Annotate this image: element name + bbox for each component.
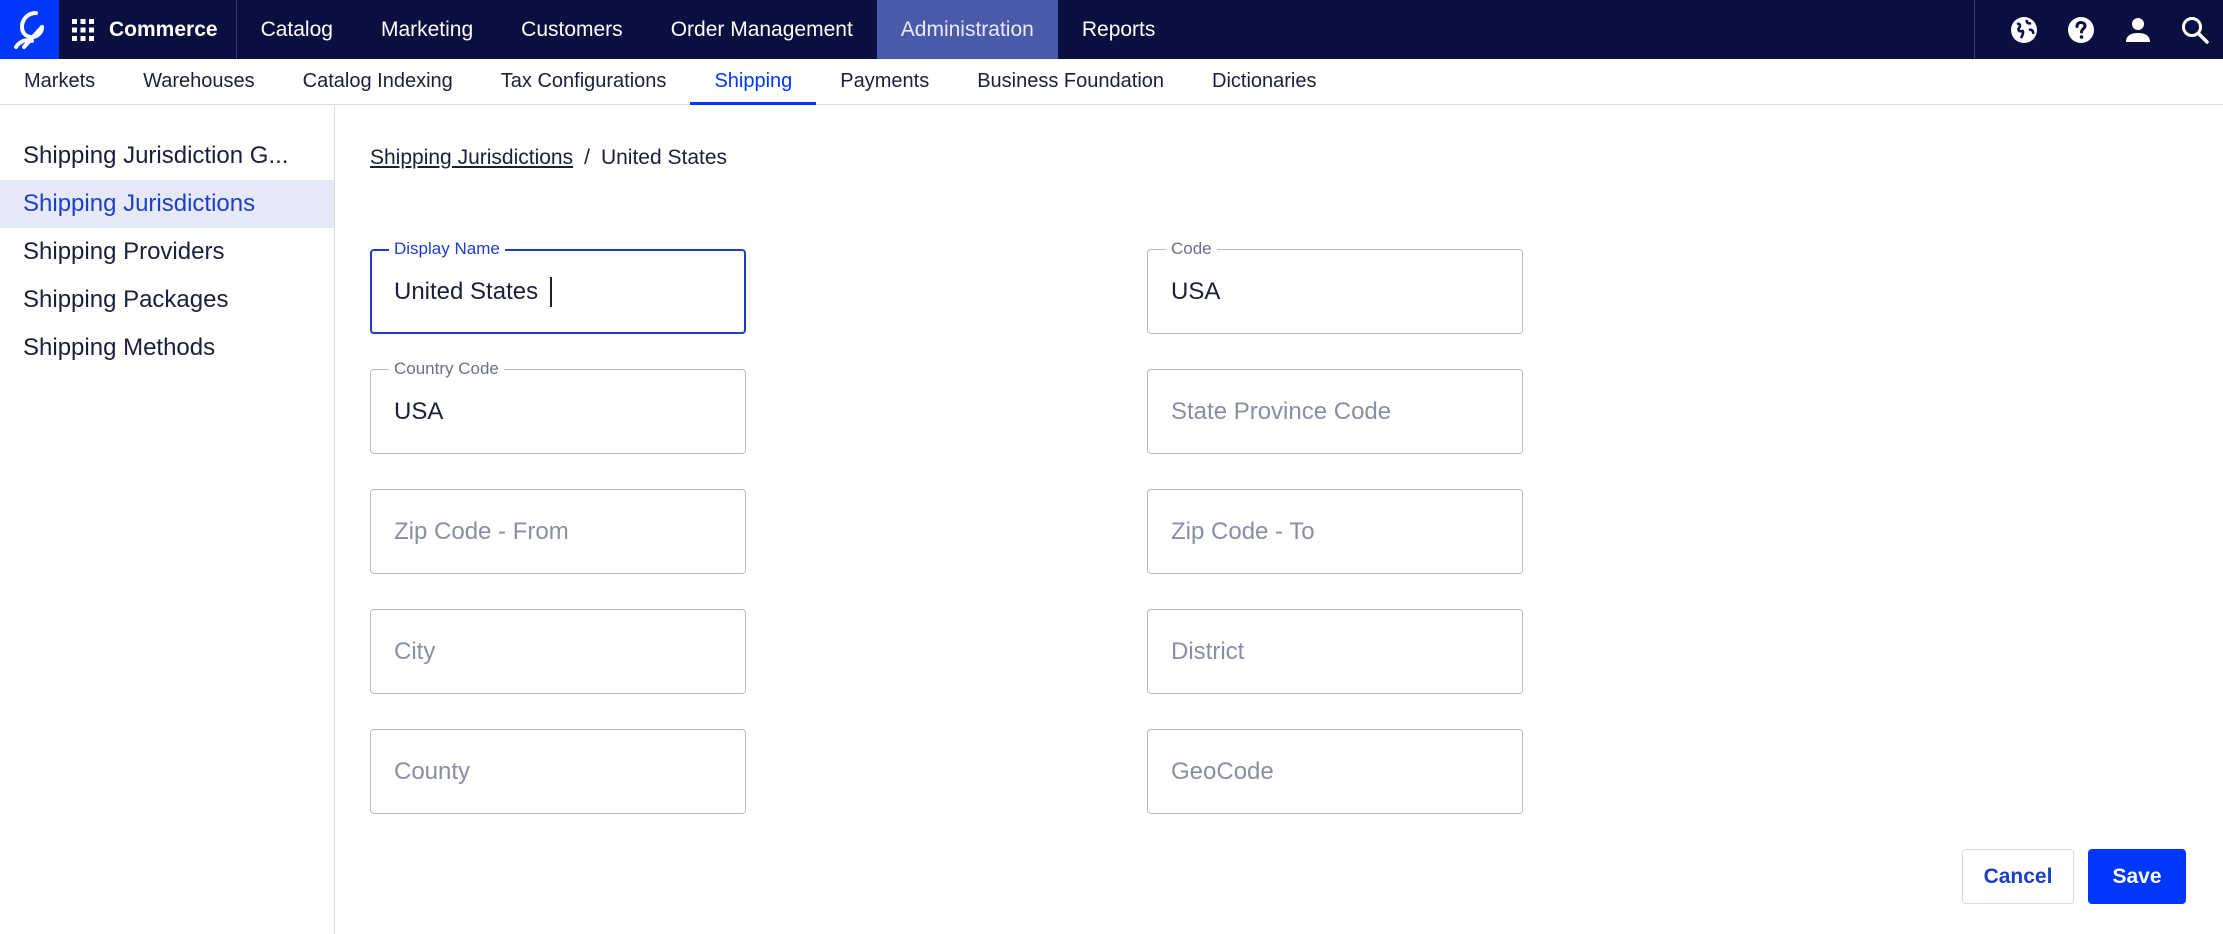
- display-name-field: Display Name: [370, 240, 746, 334]
- nav-customers[interactable]: Customers: [497, 0, 647, 59]
- city-field: [370, 609, 746, 694]
- breadcrumb-separator: /: [584, 146, 590, 169]
- cancel-button[interactable]: Cancel: [1962, 849, 2074, 904]
- user-button[interactable]: [2109, 0, 2166, 59]
- country-code-input[interactable]: [371, 370, 745, 453]
- nav-catalog[interactable]: Catalog: [237, 0, 357, 59]
- district-field: [1147, 609, 1523, 694]
- header-tools: [1974, 0, 2223, 59]
- code-field: Code: [1147, 240, 1523, 334]
- zip-from-field: [370, 489, 746, 574]
- nav-reports[interactable]: Reports: [1058, 0, 1180, 59]
- sidebar-item-methods[interactable]: Shipping Methods: [0, 324, 334, 372]
- user-icon: [2125, 17, 2150, 42]
- subnav-payments[interactable]: Payments: [816, 59, 953, 104]
- sidebar-item-packages[interactable]: Shipping Packages: [0, 276, 334, 324]
- nav-marketing[interactable]: Marketing: [357, 0, 497, 59]
- subnav-catalog-indexing[interactable]: Catalog Indexing: [279, 59, 477, 104]
- text-caret: [550, 277, 552, 307]
- display-name-input[interactable]: [372, 251, 744, 332]
- subnav-dictionaries[interactable]: Dictionaries: [1188, 59, 1340, 104]
- zip-to-input[interactable]: [1148, 490, 1522, 573]
- sidebar-item-jurisdictions[interactable]: Shipping Jurisdictions: [0, 180, 334, 228]
- zip-from-input[interactable]: [371, 490, 745, 573]
- save-button[interactable]: Save: [2088, 849, 2186, 904]
- search-icon: [2181, 16, 2209, 44]
- brand-logo-icon: [13, 10, 44, 49]
- globe-icon: [2010, 16, 2037, 43]
- county-field: [370, 729, 746, 814]
- state-province-code-field: [1147, 369, 1523, 454]
- subnav-tax-configurations[interactable]: Tax Configurations: [477, 59, 691, 104]
- nav-administration[interactable]: Administration: [876, 0, 1058, 59]
- breadcrumb-parent-link[interactable]: Shipping Jurisdictions: [370, 146, 573, 170]
- admin-subnav: Markets Warehouses Catalog Indexing Tax …: [0, 59, 2223, 105]
- district-input[interactable]: [1148, 610, 1522, 693]
- subnav-warehouses[interactable]: Warehouses: [119, 59, 279, 104]
- apps-grid-icon: [71, 18, 94, 41]
- breadcrumb-current: United States: [600, 146, 728, 169]
- search-button[interactable]: [2166, 0, 2223, 59]
- geocode-input[interactable]: [1148, 730, 1522, 813]
- city-input[interactable]: [371, 610, 745, 693]
- subnav-markets[interactable]: Markets: [0, 59, 119, 104]
- nav-order-management[interactable]: Order Management: [647, 0, 877, 59]
- globe-button[interactable]: [1995, 0, 2052, 59]
- sidebar-item-jurisdiction-groups[interactable]: Shipping Jurisdiction G...: [0, 132, 334, 180]
- county-input[interactable]: [371, 730, 745, 813]
- country-code-field: Country Code: [370, 360, 746, 454]
- zip-to-field: [1147, 489, 1523, 574]
- subnav-business-foundation[interactable]: Business Foundation: [953, 59, 1188, 104]
- breadcrumb: Shipping Jurisdictions / United States: [370, 143, 727, 173]
- shipping-sidebar: Shipping Jurisdiction G... Shipping Juri…: [0, 106, 335, 934]
- subnav-shipping[interactable]: Shipping: [690, 59, 817, 105]
- app-switcher-button[interactable]: [59, 0, 106, 59]
- geocode-field: [1147, 729, 1523, 814]
- product-name: Commerce: [106, 0, 237, 59]
- state-province-code-input[interactable]: [1148, 370, 1522, 453]
- code-input[interactable]: [1148, 250, 1522, 333]
- top-header: Commerce Catalog Marketing Customers Ord…: [0, 0, 2223, 59]
- help-button[interactable]: [2052, 0, 2109, 59]
- main-nav: Catalog Marketing Customers Order Manage…: [237, 0, 1180, 59]
- help-icon: [2067, 16, 2094, 43]
- brand-logo[interactable]: [0, 0, 59, 59]
- sidebar-item-providers[interactable]: Shipping Providers: [0, 228, 334, 276]
